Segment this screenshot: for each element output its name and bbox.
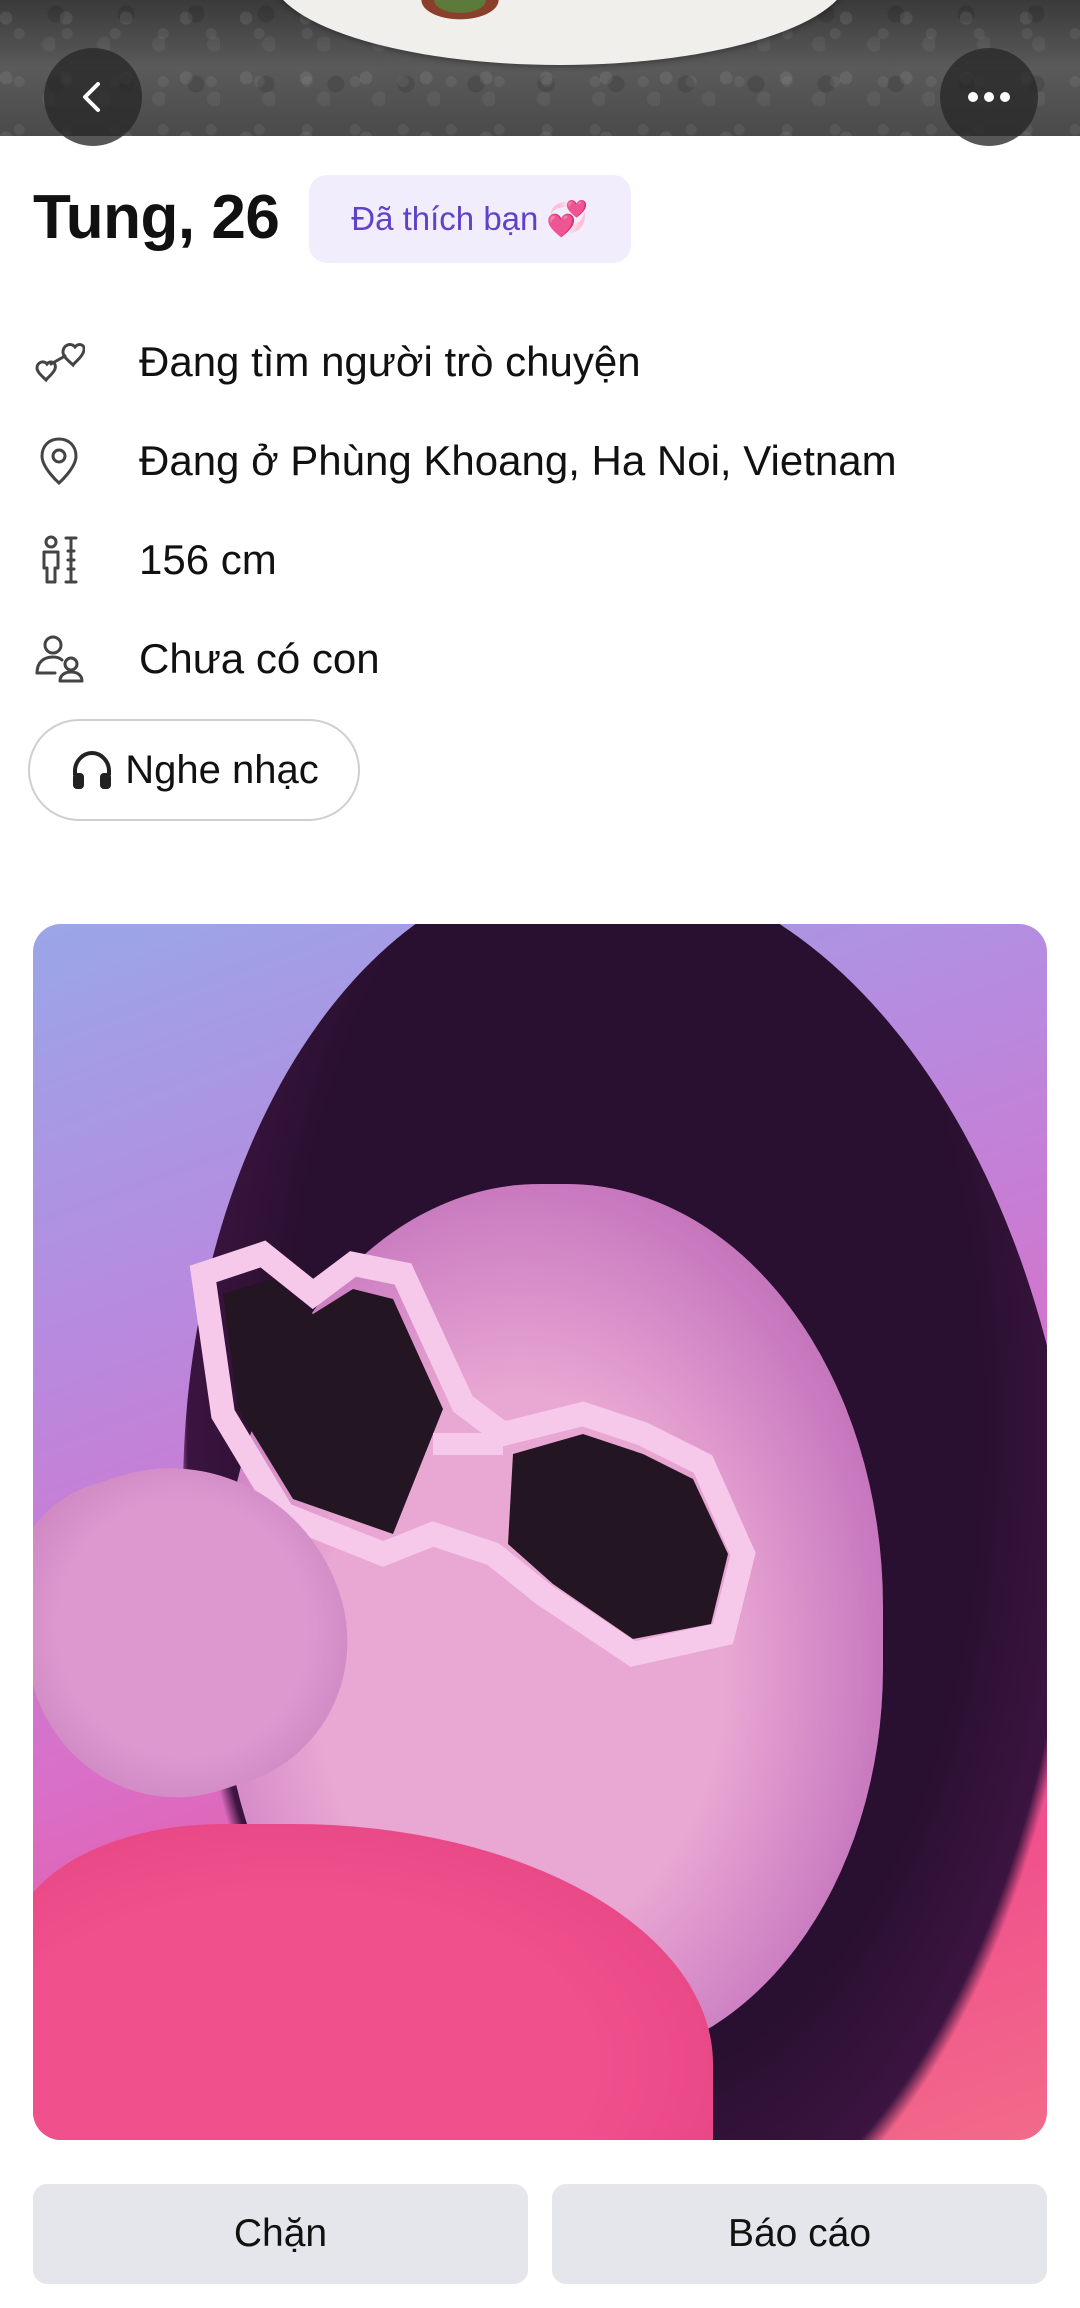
info-row-looking-for: Đang tìm người trò chuyện bbox=[33, 332, 641, 392]
headphones-icon bbox=[69, 747, 115, 793]
two-hearts-icon: 💞 bbox=[546, 200, 589, 238]
info-row-height: 156 cm bbox=[33, 530, 277, 590]
liked-badge-label: Đã thích bạn bbox=[351, 200, 539, 237]
profile-photo[interactable] bbox=[33, 924, 1047, 2140]
profile-name-age: Tung, 26 bbox=[33, 183, 280, 252]
report-button[interactable]: Báo cáo bbox=[552, 2184, 1047, 2284]
chevron-left-icon bbox=[83, 82, 100, 112]
more-dots-icon bbox=[968, 92, 1010, 102]
location-text: Đang ở Phùng Khoang, Ha Noi, Vietnam bbox=[139, 437, 897, 484]
previous-photo bbox=[0, 0, 1080, 136]
back-button[interactable] bbox=[44, 48, 142, 146]
more-options-button[interactable] bbox=[940, 48, 1038, 146]
block-button[interactable]: Chặn bbox=[33, 2184, 528, 2284]
height-text: 156 cm bbox=[139, 536, 277, 583]
info-row-children: Chưa có con bbox=[33, 629, 380, 689]
info-row-location: Đang ở Phùng Khoang, Ha Noi, Vietnam bbox=[33, 431, 897, 491]
children-icon bbox=[33, 633, 85, 685]
location-pin-icon bbox=[33, 435, 85, 487]
looking-for-text: Đang tìm người trò chuyện bbox=[139, 338, 641, 385]
interest-label: Nghe nhạc bbox=[125, 747, 319, 792]
liked-you-badge: Đã thích bạn 💞 bbox=[309, 175, 631, 263]
profile-screen: Tung, 26 Đã thích bạn 💞 Đang tìm người t… bbox=[0, 0, 1080, 2308]
children-text: Chưa có con bbox=[139, 635, 380, 682]
interest-chip-music[interactable]: Nghe nhạc bbox=[28, 719, 360, 821]
height-icon bbox=[33, 534, 85, 586]
photo-food bbox=[400, 0, 520, 30]
hearts-outline-icon bbox=[33, 336, 85, 388]
